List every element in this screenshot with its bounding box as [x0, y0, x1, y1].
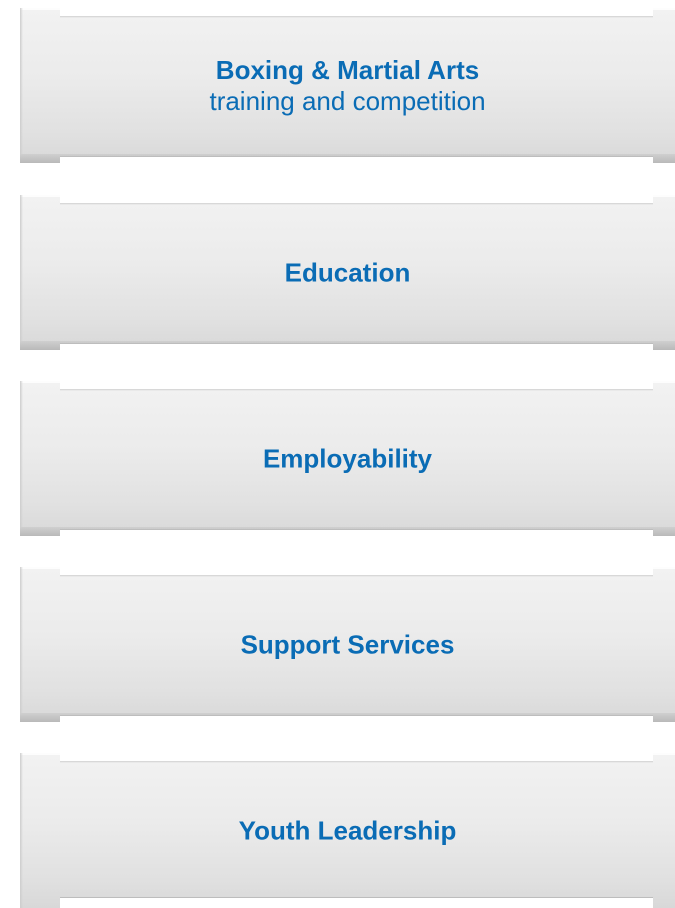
panel-label: Youth Leadership: [20, 815, 675, 846]
panel-employability[interactable]: Employability: [20, 381, 675, 536]
panel-label: Education: [20, 257, 675, 288]
panel-ridge: [20, 154, 675, 163]
program-stack: Boxing & Martial Arts training and compe…: [0, 0, 675, 908]
panel-youth-leadership[interactable]: Youth Leadership: [20, 753, 675, 908]
panel-ridge: [20, 527, 675, 536]
panel-label: Employability: [20, 443, 675, 474]
panel-bottom-cut: [60, 897, 653, 908]
panel-title: Boxing & Martial Arts: [215, 54, 480, 85]
panel-ridge: [20, 713, 675, 722]
panel-title: Employability: [262, 442, 433, 473]
panel-notch: [60, 195, 653, 205]
panel-subtitle: training and competition: [209, 85, 486, 116]
panel-notch: [60, 381, 653, 391]
panel-notch: [60, 753, 653, 763]
panel-title: Support Services: [240, 628, 455, 659]
panel-support-services[interactable]: Support Services: [20, 567, 675, 722]
panel-notch: [60, 8, 653, 18]
panel-education[interactable]: Education: [20, 195, 675, 350]
panel-label: Boxing & Martial Arts training and compe…: [20, 54, 675, 116]
panel-title: Education: [284, 256, 411, 287]
panel-boxing-martial-arts[interactable]: Boxing & Martial Arts training and compe…: [20, 8, 675, 163]
panel-label: Support Services: [20, 629, 675, 660]
panel-title: Youth Leadership: [238, 814, 457, 845]
panel-notch: [60, 567, 653, 577]
panel-ridge: [20, 341, 675, 350]
